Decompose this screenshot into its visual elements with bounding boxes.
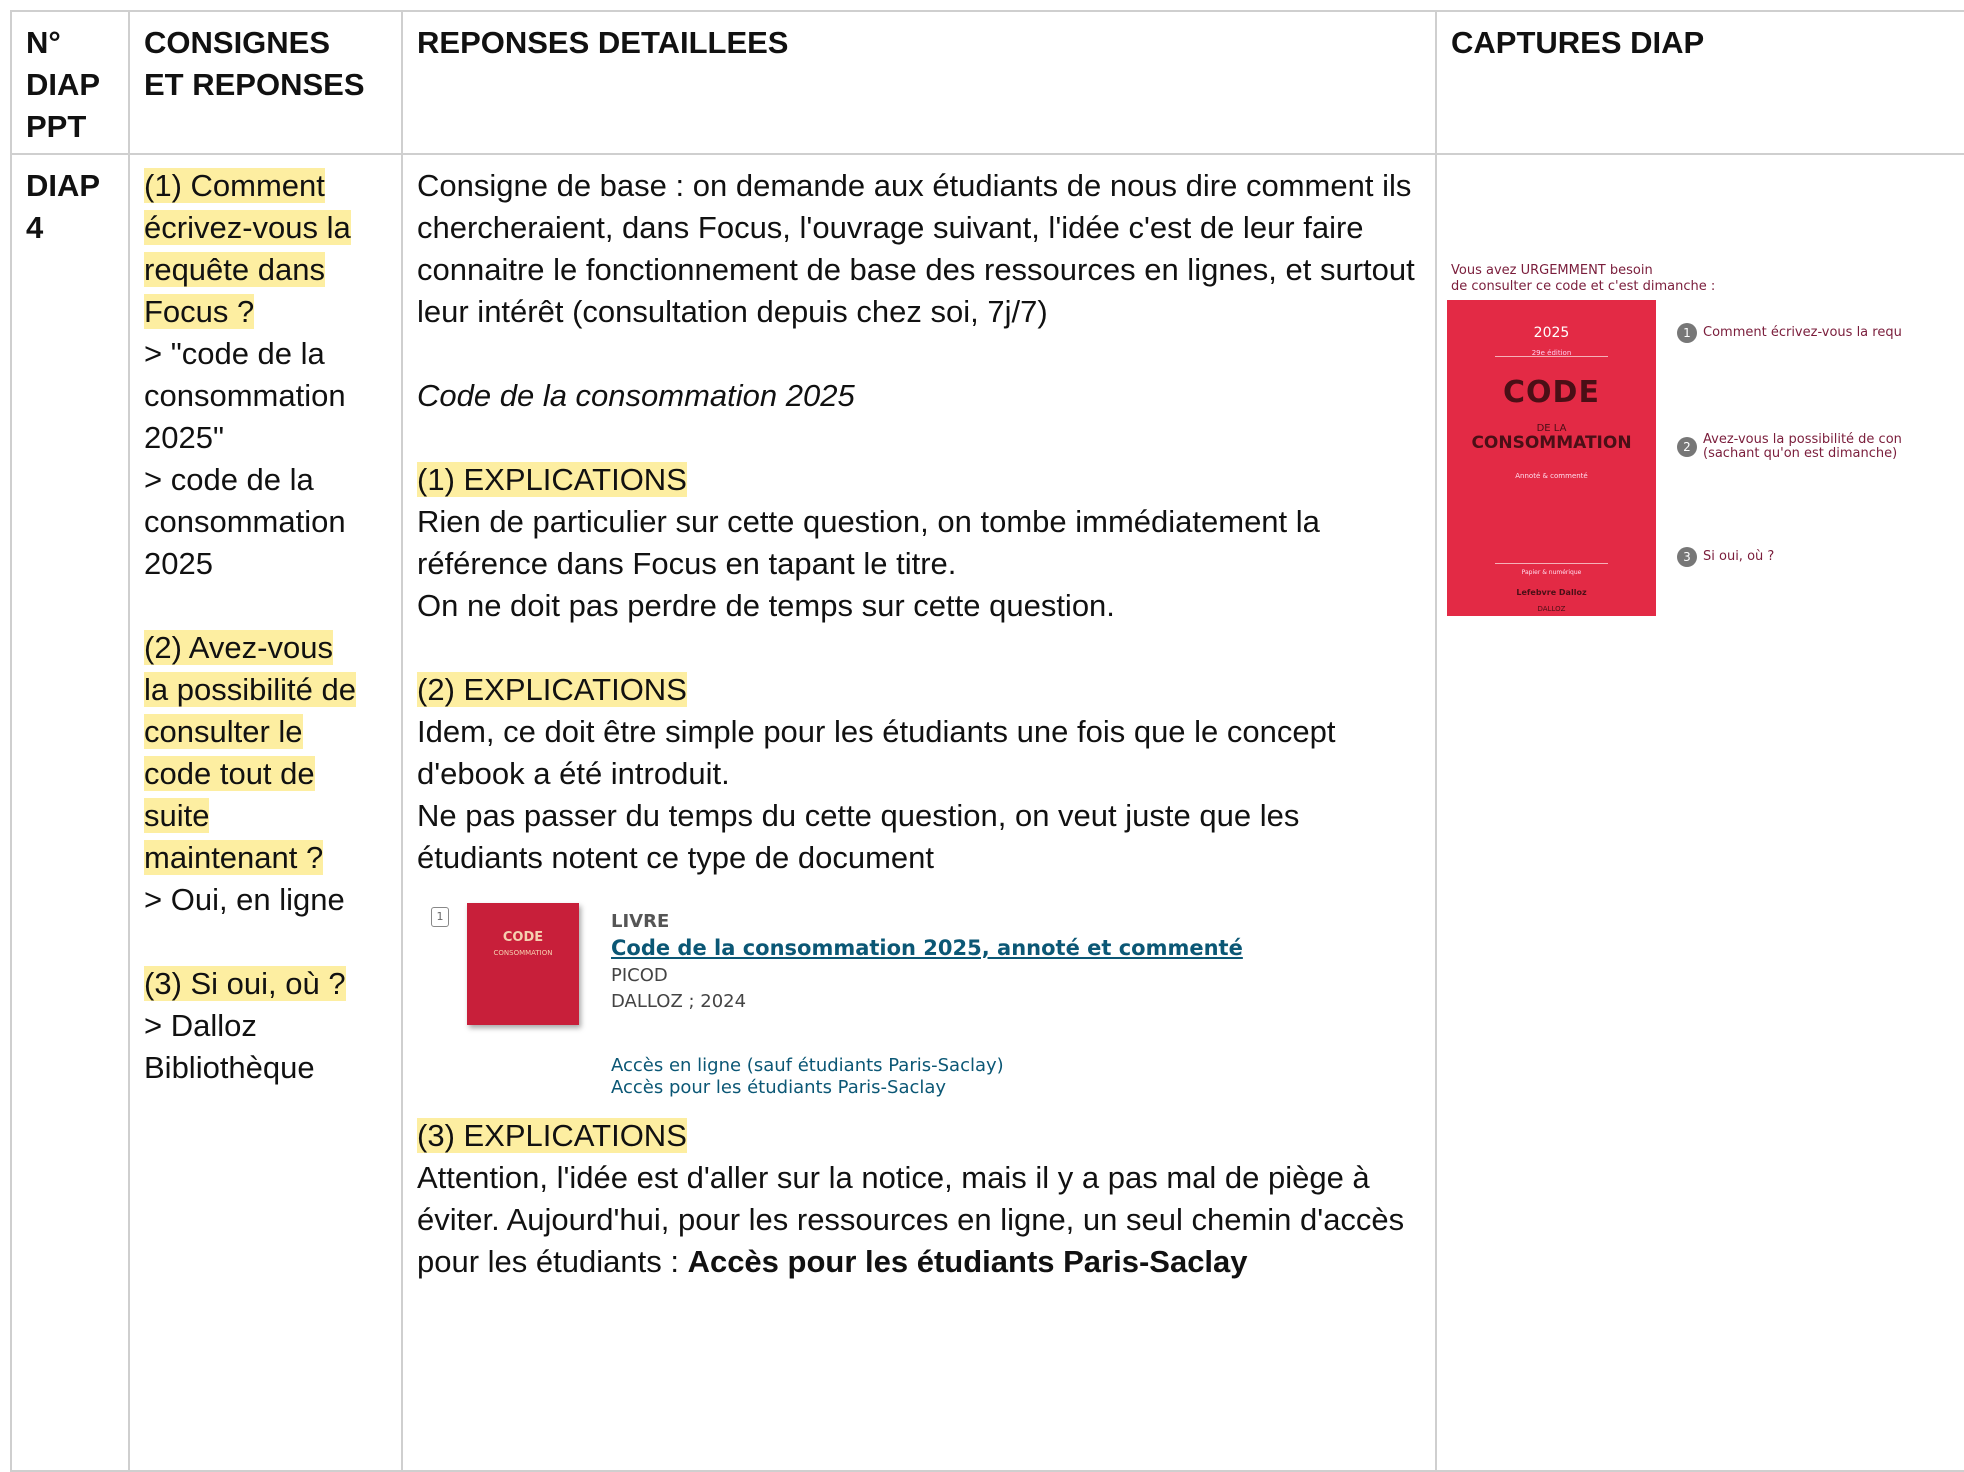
library-record: 1 CODE CONSOMMATION LIVRE Code de la con…: [417, 895, 1421, 1115]
question-line: maintenant ?: [144, 840, 324, 875]
cover-subtitle: CONSOMMATION: [493, 949, 553, 957]
cover-title: CODE: [502, 930, 544, 945]
slide-capture: Vous avez URGEMMENT besoin de consulter …: [1437, 155, 1964, 635]
cover-logo: DALLOZ: [1537, 605, 1566, 613]
answer-2: > Oui, en ligne: [144, 882, 345, 917]
question-text-line: Avez-vous la possibilité de con: [1703, 432, 1902, 447]
question-line: (3) Si oui, où ?: [144, 966, 346, 1001]
consignes-cell: (1) Comment écrivez-vous la requête dans…: [130, 155, 403, 1472]
book-title: Code de la consommation 2025: [417, 378, 855, 413]
question-1: (1) Comment écrivez-vous la requête dans…: [144, 165, 387, 333]
answer-line: 2025": [144, 420, 224, 455]
header-line: PPT: [26, 109, 87, 144]
explanation-2-text2: Ne pas passer du temps du cette question…: [417, 798, 1300, 875]
header-line: N°: [26, 25, 61, 60]
question-text: Avez-vous la possibilité de con (sachant …: [1703, 433, 1902, 461]
cover-edition: 29e édition: [1531, 349, 1572, 357]
header-line: DIAP: [26, 67, 101, 102]
slide-intro-line: Vous avez URGEMMENT besoin: [1451, 263, 1653, 278]
slide-table: N° DIAP PPT CONSIGNES ET REPONSES REPONS…: [10, 10, 1964, 1472]
explanation-1-heading: (1) EXPLICATIONS: [417, 462, 687, 497]
header-line: ET REPONSES: [144, 67, 365, 102]
question-line: la possibilité de: [144, 672, 356, 707]
question-text: Si oui, où ?: [1703, 549, 1775, 564]
header-consignes: CONSIGNES ET REPONSES: [130, 12, 403, 155]
book-cover: 2025 29e édition CODE DE LA CONSOMMATION…: [1447, 300, 1656, 616]
explanation-1-text2: On ne doit pas perdre de temps sur cette…: [417, 588, 1115, 623]
slide-number: 4: [26, 210, 44, 245]
question-text-line: (sachant qu'on est dimanche): [1703, 446, 1898, 461]
cover-divider: [1495, 563, 1608, 564]
cover-divider: [1495, 356, 1608, 357]
cover-annote: Annoté & commenté: [1515, 472, 1588, 480]
question-line: écrivez-vous la: [144, 210, 351, 245]
explanation-2-heading: (2) EXPLICATIONS: [417, 672, 687, 707]
slide-intro: Vous avez URGEMMENT besoin de consulter …: [1451, 263, 1715, 295]
capture-cell: Vous avez URGEMMENT besoin de consulter …: [1437, 155, 1964, 1472]
answer-3: > Dalloz Bibliothèque: [144, 1005, 387, 1089]
explanation-3-bold: Accès pour les étudiants Paris-Saclay: [687, 1244, 1248, 1279]
question-number-badge: 2: [1677, 437, 1697, 457]
question-line: consulter le: [144, 714, 303, 749]
slide-intro-line: de consulter ce code et c'est dimanche :: [1451, 279, 1716, 294]
answer-line: consommation: [144, 504, 346, 539]
intro-text: Consigne de base : on demande aux étudia…: [417, 168, 1415, 329]
explanation-3-heading: (3) EXPLICATIONS: [417, 1118, 687, 1153]
slide-question-2: 2 Avez-vous la possibilité de con (sachant…: [1677, 433, 1902, 461]
question-number-badge: 1: [1677, 323, 1697, 343]
details-cell: Consigne de base : on demande aux étudia…: [403, 155, 1437, 1472]
answer-line: Bibliothèque: [144, 1050, 315, 1085]
record-title-link[interactable]: Code de la consommation 2025, annoté et …: [611, 927, 1243, 969]
header-slide-number: N° DIAP PPT: [12, 12, 130, 155]
question-line: (2) Avez-vous: [144, 630, 333, 665]
question-3: (3) Si oui, où ?: [144, 963, 387, 1005]
paris-saclay-access-link[interactable]: Accès pour les étudiants Paris-Saclay: [611, 1067, 946, 1109]
question-number-badge: 3: [1677, 547, 1697, 567]
slide-question-1: 1 Comment écrivez-vous la requ: [1677, 323, 1902, 343]
slide-question-3: 3 Si oui, où ?: [1677, 547, 1774, 567]
header-reponses: REPONSES DETAILLEES: [403, 12, 1437, 155]
answer-line: consommation: [144, 378, 346, 413]
explanation-1-text: Rien de particulier sur cette question, …: [417, 504, 1320, 581]
question-line: suite: [144, 798, 210, 833]
explanation-3-text: Attention, l'idée est d'aller sur la not…: [417, 1157, 1421, 1283]
record-publisher: DALLOZ ; 2024: [611, 991, 747, 1012]
answer-line: > Dalloz: [144, 1008, 257, 1043]
explanation-2-text: Idem, ce doit être simple pour les étudi…: [417, 714, 1336, 791]
question-line: (1) Comment: [144, 168, 325, 203]
question-line: Focus ?: [144, 294, 255, 329]
answer-1: > "code de la consommation 2025" > code …: [144, 333, 387, 585]
answer-line: > code de la: [144, 462, 314, 497]
slide-label: DIAP: [26, 168, 101, 203]
header-captures: CAPTURES DIAP: [1437, 12, 1964, 155]
question-2: (2) Avez-vous la possibilité de consulte…: [144, 627, 387, 879]
record-cover-image[interactable]: CODE CONSOMMATION: [467, 903, 579, 1025]
answer-line: > "code de la: [144, 336, 325, 371]
answer-line: 2025: [144, 546, 213, 581]
question-text: Comment écrivez-vous la requ: [1703, 325, 1902, 340]
question-line: code tout de: [144, 756, 315, 791]
record-number: 1: [431, 907, 449, 927]
header-line: CONSIGNES: [144, 25, 331, 60]
slide-number-cell: DIAP 4: [12, 155, 130, 1472]
question-line: requête dans: [144, 252, 325, 287]
